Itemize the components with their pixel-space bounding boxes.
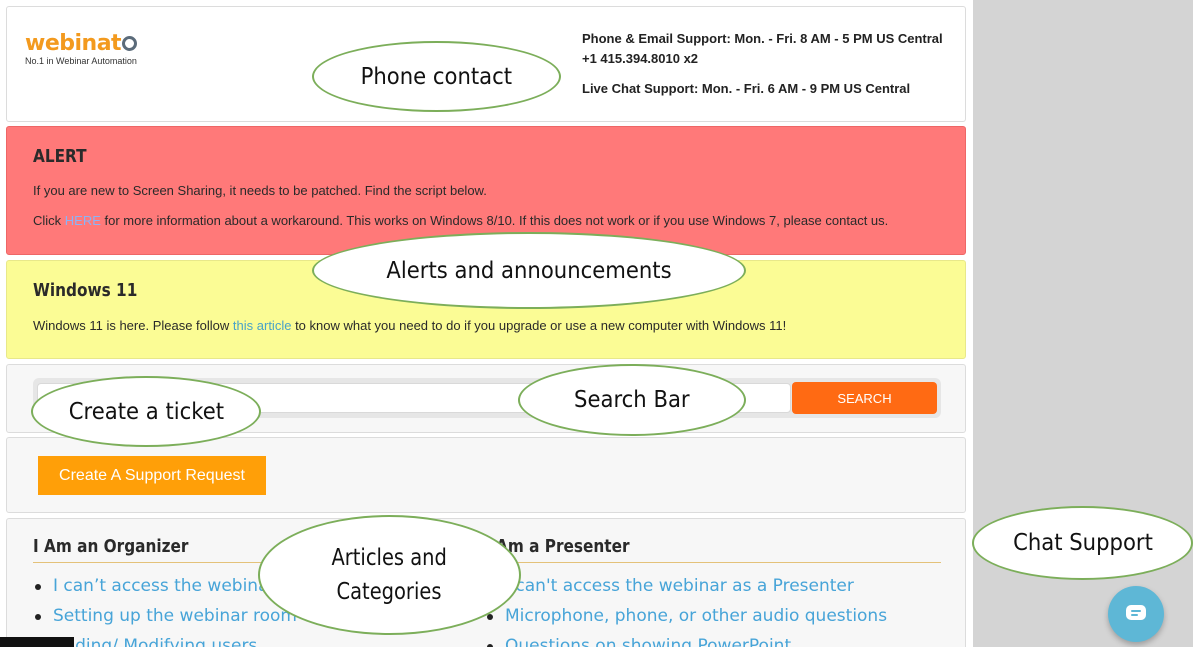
article-link[interactable]: Microphone, phone, or other audio questi… — [485, 601, 941, 631]
ticket-panel: Create A Support Request — [6, 437, 966, 513]
callout-create-ticket: Create a ticket — [31, 376, 261, 447]
windows11-line: Windows 11 is here. Please follow this a… — [33, 318, 787, 333]
phone-support-hours: Phone & Email Support: Mon. - Fri. 8 AM … — [582, 31, 943, 46]
windows11-article-link[interactable]: this article — [233, 318, 292, 333]
chat-support-hours: Live Chat Support: Mon. - Fri. 6 AM - 9 … — [582, 81, 911, 96]
create-support-request-button[interactable]: Create A Support Request — [38, 456, 266, 495]
logo-tagline: No.1 in Webinar Automation — [25, 56, 137, 66]
presenter-column: I Am a Presenter I can't access the webi… — [485, 536, 941, 647]
callout-alerts: Alerts and announcements — [312, 232, 746, 309]
logo-word: webinat — [25, 31, 122, 56]
phone-number: +1 415.394.8010 x2 — [582, 51, 699, 66]
article-link[interactable]: Questions on showing PowerPoint — [485, 631, 941, 647]
alert-here-link[interactable]: HERE — [65, 213, 101, 228]
callout-articles: Articles and Categories — [258, 515, 521, 635]
search-button[interactable]: SEARCH — [792, 382, 937, 414]
chat-icon — [1126, 605, 1146, 620]
chat-button[interactable] — [1108, 586, 1164, 642]
support-hours: Phone & Email Support: Mon. - Fri. 8 AM … — [582, 29, 943, 99]
logo-o-icon — [122, 36, 138, 51]
windows11-title: Windows 11 — [33, 280, 138, 301]
logo[interactable]: webinat No.1 in Webinar Automation — [25, 31, 138, 66]
callout-search-bar: Search Bar — [518, 364, 746, 436]
presenter-article-list: I can't access the webinar as a Presente… — [485, 571, 941, 647]
article-link[interactable]: I can't access the webinar as a Presente… — [485, 571, 941, 601]
callout-chat-support: Chat Support — [972, 506, 1193, 580]
presenter-title: I Am a Presenter — [485, 536, 941, 563]
callout-phone-contact: Phone contact — [312, 41, 561, 112]
alert-title: ALERT — [33, 146, 87, 167]
cookie-bar-fragment — [0, 637, 74, 647]
alert-line-2: Click HERE for more information about a … — [33, 213, 889, 228]
alert-line-1: If you are new to Screen Sharing, it nee… — [33, 183, 487, 198]
